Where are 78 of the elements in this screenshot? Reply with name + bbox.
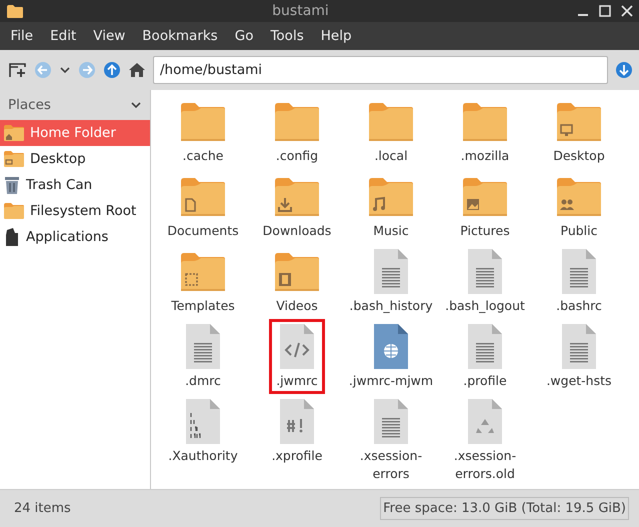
home-icon[interactable] [128,61,146,79]
file-icon [183,398,223,446]
file-icon [465,248,505,296]
folder-icon [367,102,415,142]
folder-tile[interactable]: Public [532,169,626,244]
folder-icon [6,4,24,18]
new-tab-icon[interactable] [9,62,27,78]
file-icon [371,398,411,446]
folder-icon [367,177,415,217]
file-icon [465,323,505,371]
menu-item[interactable]: Go [226,28,262,44]
up-icon[interactable] [103,61,121,79]
file-icon [559,323,599,371]
chevron-down-icon[interactable] [59,65,71,75]
folder-tile[interactable]: .mozilla [438,94,532,169]
free-space-label: Free space: 13.0 GiB (Total: 19.5 GiB) [380,497,629,520]
file-icon [465,398,505,446]
folder-icon [273,177,321,217]
menu-item[interactable]: File [2,28,42,44]
folder-tile[interactable]: .config [250,94,344,169]
bag-icon [3,227,21,247]
folder-icon [3,202,25,220]
trash-can-icon [3,175,21,195]
folder-icon [3,124,25,142]
folder-tile[interactable]: Downloads [250,169,344,244]
folder-icon [3,150,25,168]
close-icon[interactable] [621,5,633,17]
folder-icon [179,177,227,217]
folder-icon [179,252,227,292]
document-tile[interactable]: .xprofile [250,394,344,486]
file-icon [559,248,599,296]
folder-tile[interactable]: Templates [156,244,250,319]
menu-item[interactable]: Edit [42,28,85,44]
folder-tile[interactable]: .local [344,94,438,169]
file-icon [277,398,317,446]
menu-item[interactable]: View [84,28,134,44]
maximize-icon[interactable] [599,5,611,17]
folder-tile[interactable]: Videos [250,244,344,319]
chevron-down-icon [130,100,142,110]
go-icon[interactable] [615,61,633,79]
file-icon [371,323,411,371]
sidebar-item[interactable]: Trash Can [0,172,150,198]
folder-icon [555,102,603,142]
document-tile[interactable]: .Xauthority [156,394,250,486]
folder-tile[interactable]: Pictures [438,169,532,244]
document-tile[interactable]: .bash_history [344,244,438,319]
folder-icon [179,102,227,142]
folder-tile[interactable]: .cache [156,94,250,169]
sidebar-item[interactable]: Desktop [0,146,150,172]
menu-item[interactable]: Tools [262,28,312,44]
document-tile[interactable]: .jwmrc-mjwm [344,319,438,394]
file-icon [277,323,317,371]
sidebar-item[interactable]: Applications [0,224,150,250]
item-count: 24 items [14,501,71,516]
document-tile[interactable]: .bash_logout [438,244,532,319]
document-tile[interactable]: .xsession-errors.old [438,394,532,486]
file-icon [371,248,411,296]
folder-tile[interactable]: Music [344,169,438,244]
window-title: bustami [271,3,330,19]
location-field[interactable]: /home/bustami [153,56,608,84]
sidebar-item[interactable]: Filesystem Root [0,198,150,224]
folder-icon [461,177,509,217]
document-tile[interactable]: .wget-hsts [532,319,626,394]
menu-item[interactable]: Help [312,28,360,44]
document-tile[interactable]: .jwmrc [269,319,325,394]
folder-icon [273,252,321,292]
menu-item[interactable]: Bookmarks [134,28,226,44]
document-tile[interactable]: .dmrc [156,319,250,394]
folder-icon [461,102,509,142]
folder-icon [273,102,321,142]
folder-icon [555,177,603,217]
file-icon [183,323,223,371]
folder-tile[interactable]: Desktop [532,94,626,169]
folder-tile[interactable]: Documents [156,169,250,244]
places-header[interactable]: Places [0,90,150,120]
document-tile[interactable]: .profile [438,319,532,394]
document-tile[interactable]: .bashrc [532,244,626,319]
document-tile[interactable]: .xsession-errors [344,394,438,486]
